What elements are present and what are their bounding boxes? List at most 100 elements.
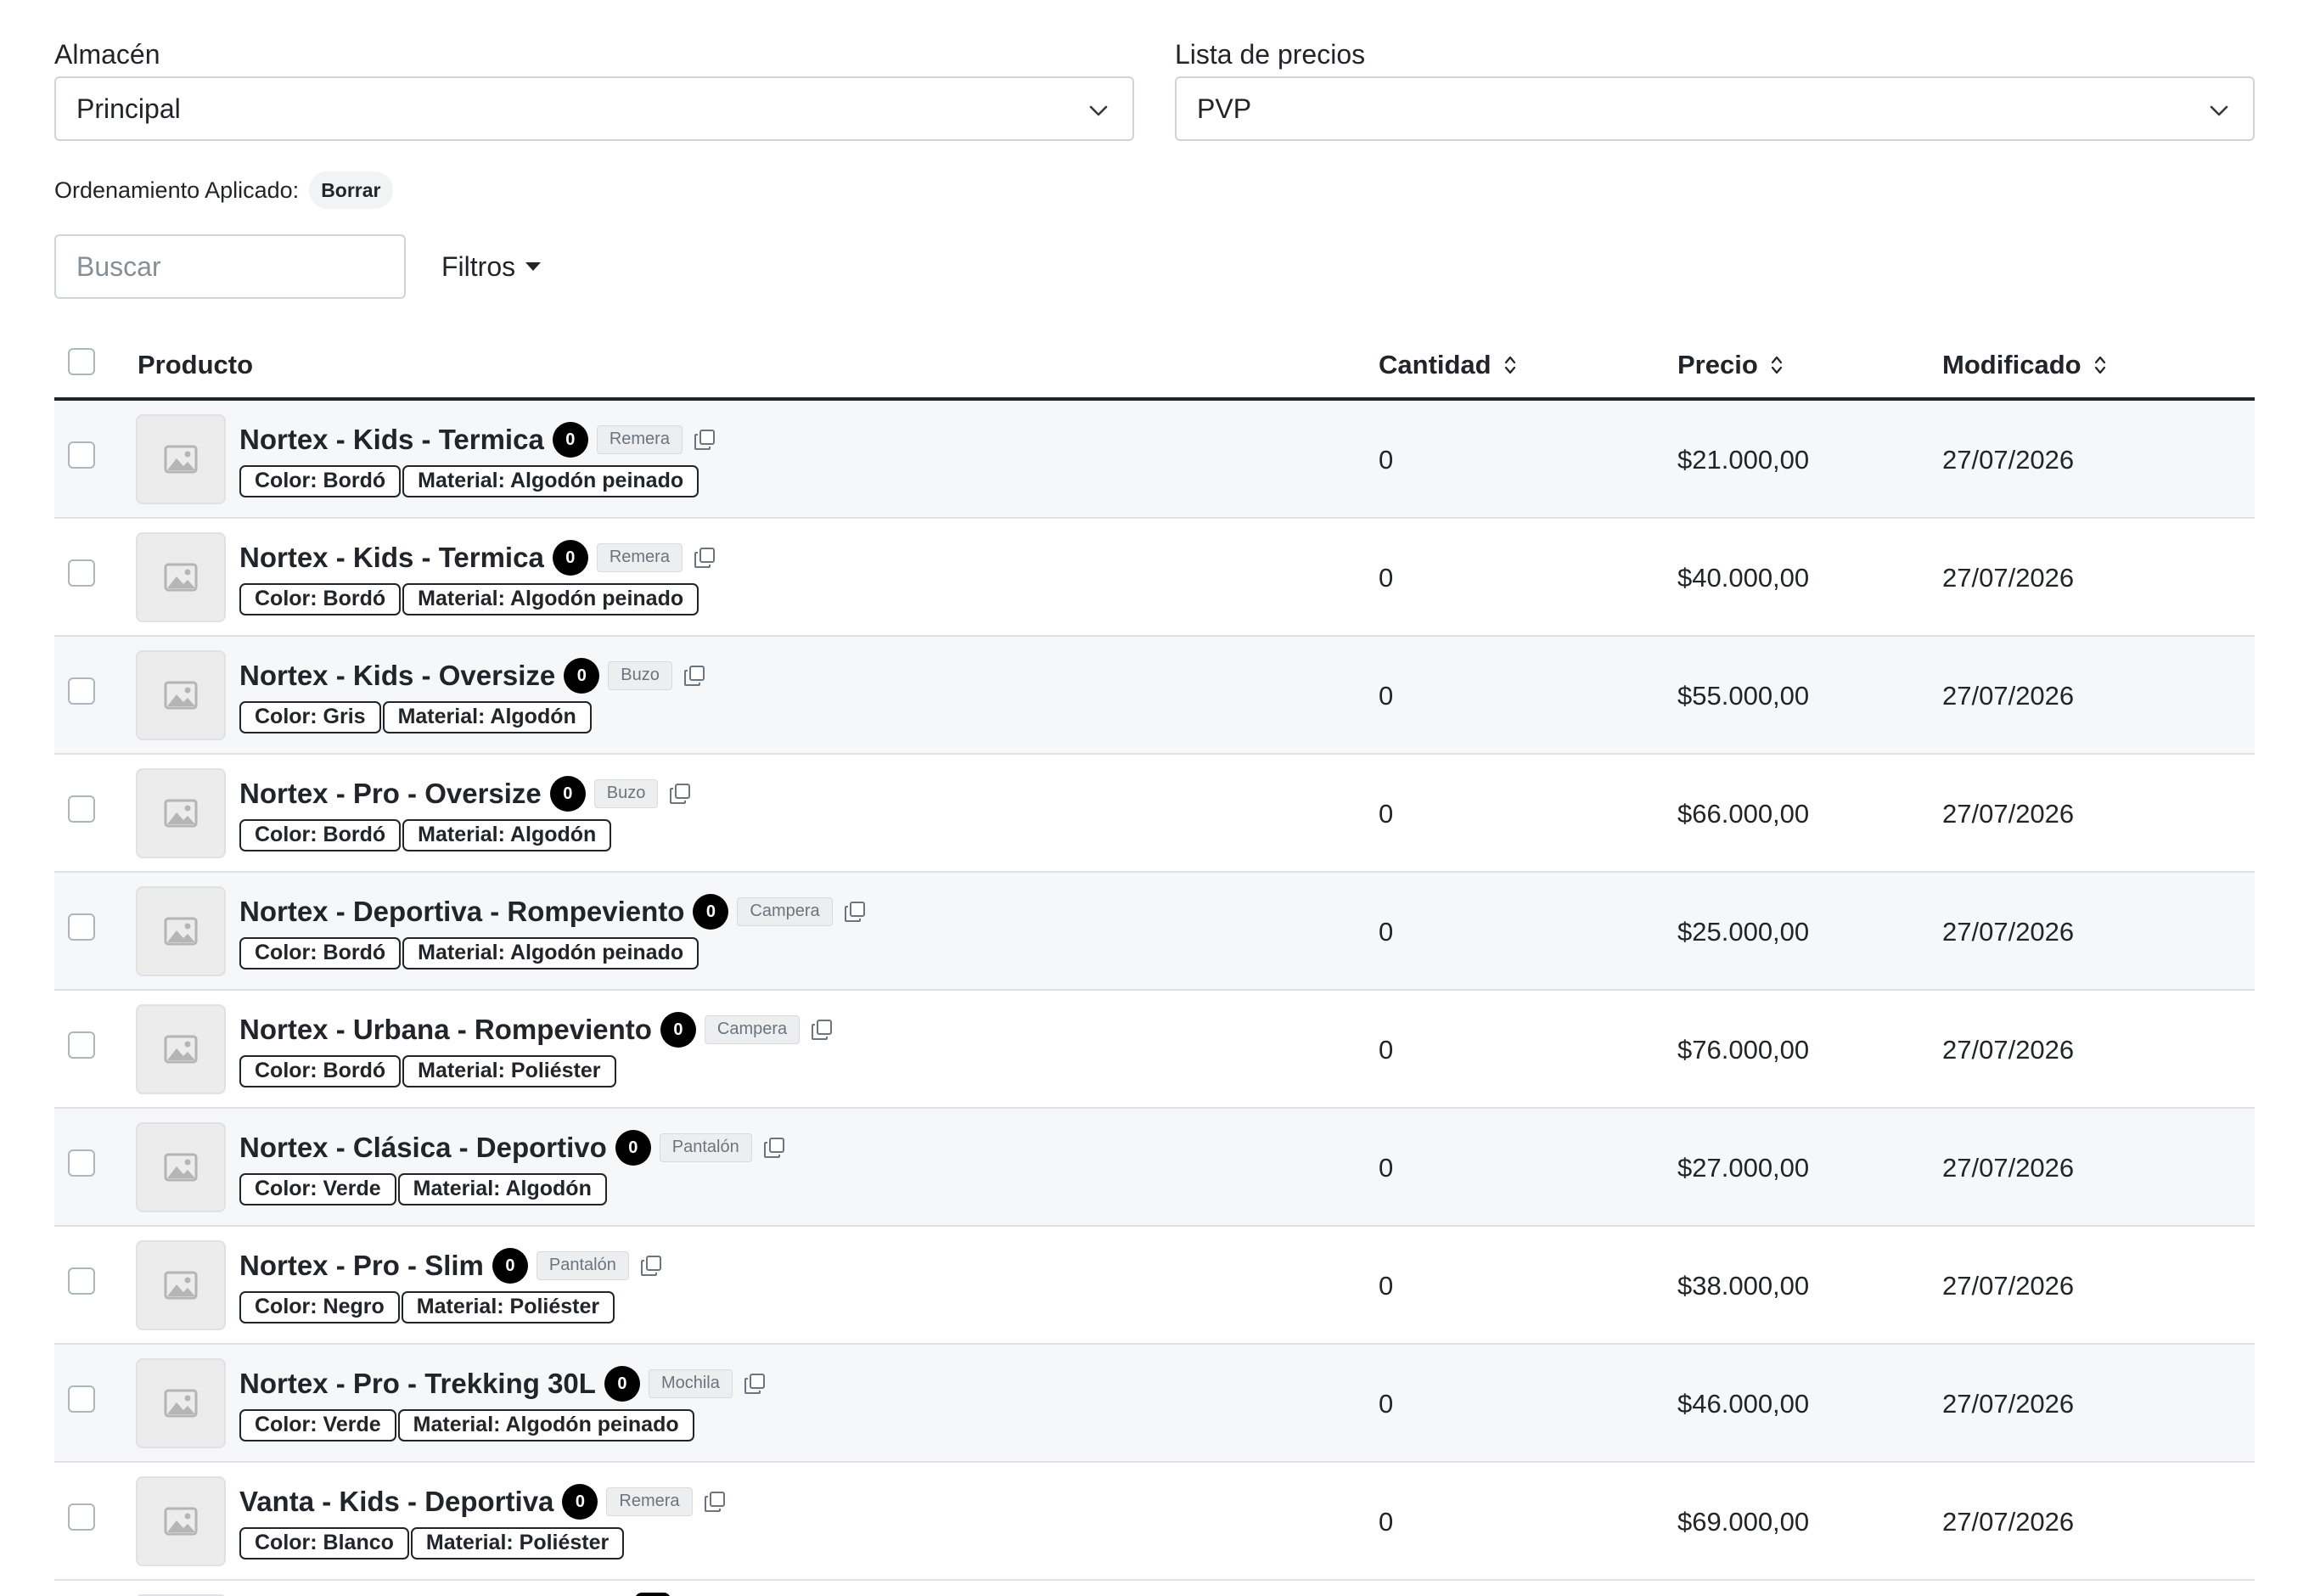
column-modified-label: Modificado [1942, 350, 2081, 379]
product-name[interactable]: Nortex - Pro - Trekking 30L [239, 1368, 596, 1400]
image-placeholder-icon [164, 1035, 198, 1064]
search-input[interactable] [54, 234, 406, 299]
attribute-tag: Color: Gris [239, 701, 381, 733]
product-thumbnail [136, 650, 226, 740]
row-checkbox[interactable] [68, 913, 95, 941]
copy-icon[interactable] [843, 900, 867, 924]
price-cell: $25.000,00 [1677, 917, 1810, 947]
table-row[interactable]: Nortex - Clásica - Deportivo 0 Pantalón … [54, 1109, 2255, 1227]
category-badge: Remera [596, 543, 683, 572]
table-row[interactable]: Nortex - Pro - Slim 0 Pantalón Color: Ne… [54, 1227, 2255, 1345]
product-name[interactable]: Nortex - Kids - Termica [239, 424, 544, 456]
copy-icon[interactable] [693, 428, 716, 452]
quantity-cell: 0 [1379, 681, 1394, 711]
row-checkbox[interactable] [68, 1267, 95, 1295]
product-name[interactable]: Vanta - Kids - Deportiva [239, 1486, 553, 1518]
table-body: Nortex - Kids - Termica 0 Remera Color: … [54, 401, 2255, 1581]
row-checkbox[interactable] [68, 677, 95, 705]
clear-sorting-button[interactable]: Borrar [309, 171, 393, 209]
column-product-label: Producto [138, 350, 254, 379]
attribute-tag: Material: Algodón peinado [402, 465, 699, 497]
copy-icon[interactable] [810, 1018, 834, 1042]
quantity-cell: 0 [1379, 1271, 1394, 1301]
product-name[interactable]: Nortex - Clásica - Deportivo [239, 1132, 607, 1164]
copy-icon[interactable] [703, 1490, 727, 1514]
row-checkbox[interactable] [68, 795, 95, 823]
product-thumbnail [136, 886, 226, 976]
column-header-product: Producto [138, 333, 253, 397]
stock-badge: 0 [552, 422, 588, 458]
modified-cell: 27/07/2026 [1942, 917, 2075, 947]
product-name[interactable]: Nortex - Urbana - Rompeviento [239, 1014, 652, 1046]
image-placeholder-icon [164, 917, 198, 946]
modified-cell: 27/07/2026 [1942, 1507, 2075, 1537]
image-placeholder-icon [164, 1271, 198, 1300]
attribute-tag: Material: Algodón [402, 819, 612, 851]
image-placeholder-icon [164, 1507, 198, 1536]
image-placeholder-icon [164, 563, 198, 592]
attribute-tag: Material: Poliéster [401, 1291, 615, 1323]
price-cell: $38.000,00 [1677, 1271, 1810, 1301]
select-all-checkbox[interactable] [68, 348, 95, 375]
warehouse-field: Almacén Principal [54, 37, 1134, 141]
table-row[interactable]: Nortex - Kids - Termica 0 Remera Color: … [54, 519, 2255, 637]
product-name[interactable]: Nortex - Pro - Oversize [239, 778, 542, 810]
table-row[interactable]: Nortex - Urbana - Rompeviento 0 Campera … [54, 991, 2255, 1109]
attribute-tag: Color: Bordó [239, 583, 402, 615]
attribute-tag: Color: Bordó [239, 937, 402, 969]
warehouse-select[interactable]: Principal [54, 76, 1134, 141]
table-row[interactable]: Vanta - Kids - Deportiva 0 Remera Color:… [54, 1463, 2255, 1581]
copy-icon[interactable] [639, 1254, 663, 1278]
price-cell: $76.000,00 [1677, 1035, 1810, 1065]
column-header-modified[interactable]: Modificado [1942, 333, 2107, 397]
table-row[interactable]: Nortex - Kids - Termica 0 Remera Color: … [54, 401, 2255, 519]
product-thumbnail [136, 1358, 226, 1448]
attribute-tag: Material: Poliéster [402, 1055, 616, 1087]
price-cell: $66.000,00 [1677, 799, 1810, 829]
attribute-tags: Color: Blanco Material: Poliéster [239, 1527, 626, 1561]
price-cell: $27.000,00 [1677, 1153, 1810, 1183]
row-checkbox[interactable] [68, 1503, 95, 1531]
table-row[interactable]: Nortex - Kids - Oversize 0 Buzo Color: G… [54, 637, 2255, 755]
row-checkbox[interactable] [68, 1149, 95, 1177]
column-header-quantity[interactable]: Cantidad [1379, 333, 1517, 397]
price-list-field: Lista de precios PVP [1175, 37, 2255, 141]
copy-icon[interactable] [762, 1136, 786, 1160]
copy-icon[interactable] [743, 1372, 767, 1396]
attribute-tags: Color: Negro Material: Poliéster [239, 1291, 616, 1325]
product-thumbnail [136, 414, 226, 504]
row-checkbox[interactable] [68, 1385, 95, 1413]
filters-dropdown-button[interactable]: Filtros [441, 251, 542, 283]
product-thumbnail [136, 768, 226, 858]
sort-icon [2094, 356, 2105, 374]
stock-badge: 0 [564, 658, 600, 694]
table-row[interactable]: Nortex - Pro - Oversize 0 Buzo Color: Bo… [54, 755, 2255, 873]
price-list-select[interactable]: PVP [1175, 76, 2255, 141]
stock-badge: 0 [604, 1366, 640, 1402]
price-cell: $69.000,00 [1677, 1507, 1810, 1537]
product-name[interactable]: Nortex - Kids - Termica [239, 542, 544, 574]
attribute-tag: Material: Algodón [382, 701, 592, 733]
quantity-cell: 0 [1379, 1389, 1394, 1419]
product-name[interactable]: Nortex - Pro - Slim [239, 1250, 484, 1282]
product-name[interactable]: Nortex - Deportiva - Rompeviento [239, 896, 684, 928]
column-price-label: Precio [1677, 350, 1758, 379]
attribute-tag: Material: Poliéster [410, 1527, 625, 1559]
row-checkbox[interactable] [68, 559, 95, 587]
row-checkbox[interactable] [68, 1031, 95, 1059]
product-name[interactable]: Nortex - Kids - Oversize [239, 660, 555, 692]
product-thumbnail [136, 532, 226, 622]
copy-icon[interactable] [668, 782, 692, 806]
copy-icon[interactable] [683, 664, 706, 688]
sort-icon [1504, 356, 1515, 374]
modified-cell: 27/07/2026 [1942, 1153, 2075, 1183]
price-list-value: PVP [1197, 93, 1252, 124]
attribute-tags: Color: Bordó Material: Algodón [239, 819, 613, 853]
copy-icon[interactable] [693, 546, 716, 570]
table-row[interactable]: Nortex - Deportiva - Rompeviento 0 Campe… [54, 873, 2255, 991]
row-checkbox[interactable] [68, 441, 95, 469]
column-header-price[interactable]: Precio [1677, 333, 1784, 397]
table-row[interactable]: Nortex - Pro - Trekking 30L 0 Mochila Co… [54, 1345, 2255, 1463]
attribute-tags: Color: Gris Material: Algodón [239, 701, 593, 735]
attribute-tags: Color: Bordó Material: Algodón peinado [239, 465, 700, 499]
